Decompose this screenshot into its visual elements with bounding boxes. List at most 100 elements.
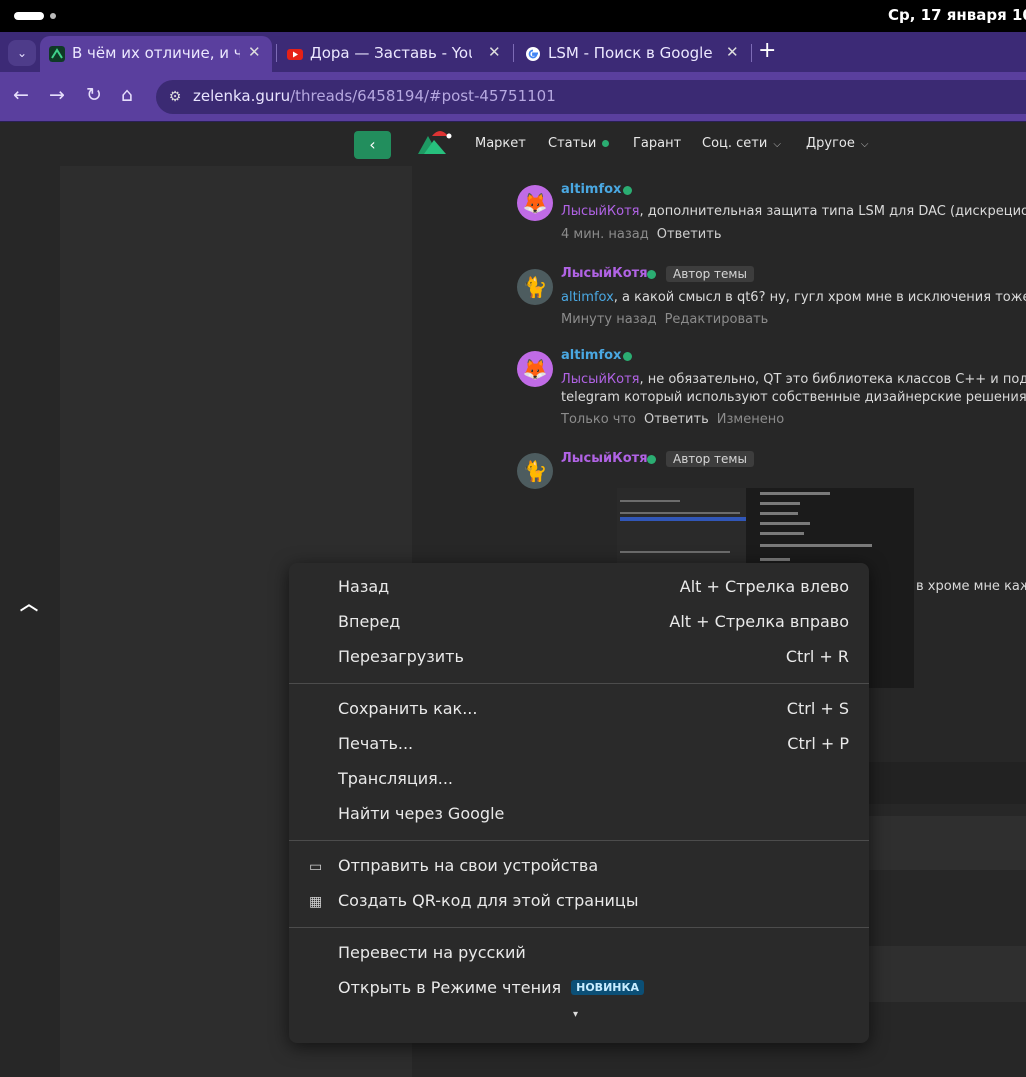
new-tab-plus-icon[interactable]: + (758, 38, 776, 63)
tab-separator (513, 44, 514, 62)
close-tab-icon[interactable]: ✕ (488, 43, 501, 61)
tab-google[interactable]: LSM - Поиск в Google ✕ (516, 36, 748, 72)
menu-item-back[interactable]: Назад Alt + Стрелка влево (289, 571, 869, 606)
nav-social[interactable]: Соц. сети ⌵ (702, 136, 781, 151)
system-top-bar: Ср, 17 января 10:4 (0, 0, 1026, 32)
comment-item: 🐈 ЛысыйКотя Автор темы (517, 451, 1026, 491)
menu-item-print[interactable]: Печать... Ctrl + P (289, 728, 869, 763)
new-badge: НОВИНКА (571, 980, 644, 995)
tab-separator (276, 44, 277, 62)
menu-item-reload[interactable]: Перезагрузить Ctrl + R (289, 641, 869, 676)
menu-item-reading-mode[interactable]: Открыть в Режиме чтения НОВИНКА (289, 972, 869, 1007)
comment-text-partial: в хроме мне каже (916, 579, 1026, 594)
page-section (869, 946, 1026, 1002)
online-status-icon (623, 352, 632, 361)
reply-link[interactable]: Ответить (657, 227, 722, 242)
site-back-button[interactable]: ‹ (354, 131, 391, 159)
nav-articles[interactable]: Статьи (548, 136, 610, 151)
more-items-chevron-icon[interactable]: ▾ (573, 1009, 578, 1020)
menu-item-save-as[interactable]: Сохранить как... Ctrl + S (289, 693, 869, 728)
home-icon[interactable]: ⌂ (121, 84, 133, 106)
google-icon (526, 47, 540, 61)
author-badge: Автор темы (666, 266, 754, 282)
comment-text: altimfox, а какой смысл в qt6? ну, гугл … (561, 290, 1026, 305)
shortcut-label: Alt + Стрелка вправо (669, 612, 849, 631)
menu-item-translate[interactable]: Перевести на русский (289, 937, 869, 972)
shortcut-label: Ctrl + P (787, 734, 849, 753)
screenshot-selection (620, 517, 748, 521)
comment-item: 🦊 altimfox ЛысыйКотя, дополнительная защ… (517, 182, 1026, 252)
username[interactable]: ЛысыйКотя (561, 451, 648, 466)
tab-search-button[interactable]: ⌄ (8, 40, 36, 66)
menu-divider (289, 927, 869, 928)
new-indicator-dot (602, 140, 610, 147)
comment-item: 🐈 ЛысыйКотя Автор темы altimfox, а какой… (517, 266, 1026, 336)
comment-meta: 4 мин. назад Ответить (561, 227, 722, 242)
shortcut-label: Ctrl + R (785, 647, 849, 666)
devices-icon: ▭ (309, 859, 323, 875)
username[interactable]: ЛысыйКотя (561, 266, 648, 281)
context-menu: Назад Alt + Стрелка влево Вперед Alt + С… (289, 563, 869, 1043)
forward-arrow-icon[interactable]: → (49, 84, 65, 106)
tab-zelenka[interactable]: В чём их отличие, и чт ✕ (40, 36, 272, 72)
qr-code-icon: ▦ (309, 894, 323, 910)
chevron-down-icon: ⌵ (860, 139, 869, 150)
menu-item-qr-code[interactable]: ▦ Создать QR-код для этой страницы (289, 885, 869, 920)
system-clock[interactable]: Ср, 17 января 10:4 (888, 6, 1026, 24)
reply-link[interactable]: Ответить (644, 412, 709, 427)
edit-link[interactable]: Редактировать (665, 312, 769, 327)
screenshot-line (620, 551, 730, 553)
avatar-cat[interactable]: 🐈 (517, 453, 553, 489)
address-bar[interactable]: ⚙ zelenka.guru/threads/6458194/#post-457… (156, 80, 1026, 114)
url-text[interactable]: zelenka.guru/threads/6458194/#post-45751… (193, 87, 556, 105)
tab-title: Дора — Заставь - YouTu (310, 44, 472, 62)
chevron-down-icon: ⌵ (773, 139, 781, 150)
shortcut-label: Alt + Стрелка влево (679, 577, 849, 596)
avatar-fox[interactable]: 🦊 (517, 351, 553, 387)
zelenka-icon (49, 46, 65, 62)
online-status-icon (647, 270, 656, 279)
zelenka-logo-icon[interactable] (416, 128, 452, 160)
avatar-fox[interactable]: 🦊 (517, 185, 553, 221)
close-tab-icon[interactable]: ✕ (726, 43, 739, 61)
comment-meta: Только что Ответить Изменено (561, 412, 785, 427)
site-settings-icon[interactable]: ⚙ (164, 86, 186, 108)
comment-item: 🦊 altimfox ЛысыйКотя, не обязательно, QT… (517, 348, 1026, 432)
comment-text: ЛысыйКотя, дополнительная защита типа LS… (561, 204, 1026, 219)
tab-title: В чём их отличие, и чт (72, 44, 240, 62)
shortcut-label: Ctrl + S (786, 699, 849, 718)
online-status-icon (623, 186, 632, 195)
page-section (869, 816, 1026, 870)
menu-item-cast[interactable]: Трансляция... (289, 763, 869, 798)
comment-meta: Минуту назад Редактировать (561, 312, 769, 327)
username[interactable]: altimfox (561, 348, 621, 363)
nav-guarantee[interactable]: Гарант (633, 136, 681, 151)
scroll-up-chevron-icon[interactable]: ︿ (20, 590, 38, 616)
nav-market[interactable]: Маркет (475, 136, 526, 151)
menu-divider (289, 840, 869, 841)
comment-text-line2: telegram который используют собственные … (561, 390, 1026, 405)
tab-youtube[interactable]: Дора — Заставь - YouTu ✕ (278, 36, 510, 72)
menu-item-send-to-devices[interactable]: ▭ Отправить на свои устройства (289, 850, 869, 885)
close-tab-icon[interactable]: ✕ (248, 43, 261, 61)
tab-title: LSM - Поиск в Google (548, 44, 713, 62)
menu-item-search-google[interactable]: Найти через Google (289, 798, 869, 833)
screenshot-line (620, 512, 740, 514)
edited-label: Изменено (716, 412, 785, 427)
youtube-icon (287, 49, 303, 60)
page-section (869, 762, 1026, 804)
back-arrow-icon[interactable]: ← (13, 84, 29, 106)
screenshot-line (620, 500, 680, 502)
avatar-cat[interactable]: 🐈 (517, 269, 553, 305)
activities-indicator[interactable] (14, 12, 44, 20)
username[interactable]: altimfox (561, 182, 621, 197)
menu-item-forward[interactable]: Вперед Alt + Стрелка вправо (289, 606, 869, 641)
nav-other[interactable]: Другое ⌵ (806, 136, 868, 151)
comment-text: ЛысыйКотя, не обязательно, QT это библио… (561, 372, 1026, 387)
reload-icon[interactable]: ↻ (86, 84, 102, 106)
author-badge: Автор темы (666, 451, 754, 467)
tab-separator (751, 44, 752, 62)
tab-strip: ⌄ В чём их отличие, и чт ✕ Дора — Застав… (0, 32, 1026, 72)
online-status-icon (647, 455, 656, 464)
workspace-dot (50, 13, 56, 19)
